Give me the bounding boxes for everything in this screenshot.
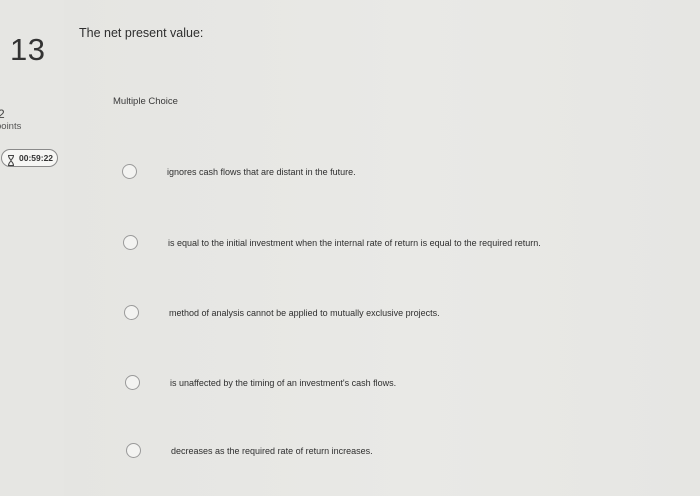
answer-option-5[interactable]: decreases as the required rate of return… [126,443,373,458]
answer-option-label: ignores cash flows that are distant in t… [167,166,356,177]
question-number: 13 [10,32,46,67]
answer-option-label: method of analysis cannot be applied to … [169,307,440,318]
answer-option-4[interactable]: is unaffected by the timing of an invest… [125,375,396,390]
answer-option-1[interactable]: ignores cash flows that are distant in t… [122,164,356,179]
answer-option-label: decreases as the required rate of return… [171,445,373,456]
question-prompt: The net present value: [79,26,204,40]
timer-text: 00:59:22 [19,153,54,163]
radio-button[interactable] [123,235,138,250]
radio-button[interactable] [122,164,137,179]
points-value: 2 [0,107,5,121]
radio-button[interactable] [125,375,140,390]
hourglass-icon [7,153,15,166]
answer-option-label: is equal to the initial investment when … [168,237,541,248]
answer-option-3[interactable]: method of analysis cannot be applied to … [124,305,440,320]
radio-button[interactable] [124,305,139,320]
radio-button[interactable] [126,443,141,458]
points-label: points [0,121,22,132]
answer-option-label: is unaffected by the timing of an invest… [170,377,397,388]
timer-badge: 00:59:22 [1,149,58,167]
question-type-label: Multiple Choice [113,96,178,107]
answer-option-2[interactable]: is equal to the initial investment when … [123,235,541,250]
question-sidebar: 13 2 points 00:59:22 [0,0,64,496]
